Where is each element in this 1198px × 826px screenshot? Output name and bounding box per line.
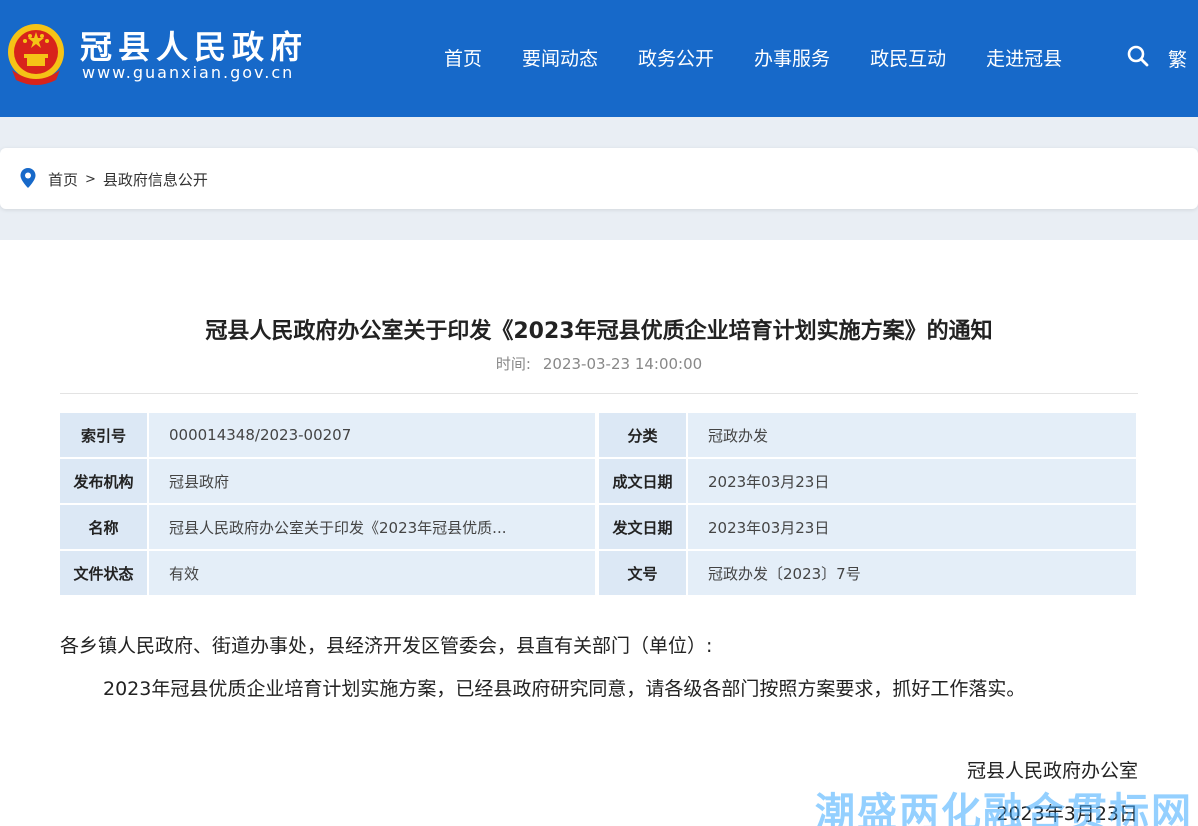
meta-value: 冠县政府	[149, 459, 599, 505]
time-label: 时间:	[495, 355, 531, 373]
nav-home[interactable]: 首页	[444, 44, 482, 71]
meta-value: 冠县人民政府办公室关于印发《2023年冠县优质...	[149, 505, 599, 551]
table-row: 名称 冠县人民政府办公室关于印发《2023年冠县优质... 发文日期 2023年…	[60, 505, 1138, 551]
nav-about[interactable]: 走进冠县	[986, 44, 1062, 71]
breadcrumb-separator: >	[85, 172, 96, 187]
meta-label: 发文日期	[599, 505, 688, 551]
table-row: 发布机构 冠县政府 成文日期 2023年03月23日	[60, 459, 1138, 505]
meta-value: 2023年03月23日	[688, 505, 1136, 551]
table-row: 文件状态 有效 文号 冠政办发〔2023〕7号	[60, 551, 1138, 597]
title-divider	[60, 393, 1138, 394]
article-salutation: 各乡镇人民政府、街道办事处，县经济开发区管委会，县直有关部门（单位）:	[60, 635, 713, 657]
meta-label: 文号	[599, 551, 688, 597]
table-row: 索引号 000014348/2023-00207 分类 冠政办发	[60, 413, 1138, 459]
search-icon[interactable]	[1126, 44, 1150, 68]
site-url[interactable]: www.guanxian.gov.cn	[82, 63, 294, 82]
article-title: 冠县人民政府办公室关于印发《2023年冠县优质企业培育计划实施方案》的通知	[205, 319, 993, 344]
meta-value: 000014348/2023-00207	[149, 413, 599, 459]
meta-label: 成文日期	[599, 459, 688, 505]
meta-label: 名称	[60, 505, 149, 551]
meta-label: 文件状态	[60, 551, 149, 597]
article-time: 时间: 2023-03-23 14:00:00	[0, 353, 1198, 374]
location-pin-icon	[20, 168, 36, 188]
breadcrumb-home[interactable]: 首页	[48, 169, 78, 190]
meta-value: 冠政办发	[688, 413, 1136, 459]
main-nav: 首页 要闻动态 政务公开 办事服务 政民互动 走进冠县	[424, 44, 1082, 71]
meta-value: 冠政办发〔2023〕7号	[688, 551, 1136, 597]
meta-value: 有效	[149, 551, 599, 597]
article-body: 各乡镇人民政府、街道办事处，县经济开发区管委会，县直有关部门（单位）: 2023…	[60, 625, 1138, 711]
breadcrumb: 首页 > 县政府信息公开	[48, 169, 208, 190]
watermark: 潮盛两化融合贯标网	[815, 790, 1193, 826]
nav-interaction[interactable]: 政民互动	[870, 44, 946, 71]
meta-label: 索引号	[60, 413, 149, 459]
breadcrumb-current[interactable]: 县政府信息公开	[103, 169, 208, 190]
article-paragraph: 2023年冠县优质企业培育计划实施方案，已经县政府研究同意，请各级各部门按照方案…	[103, 678, 1026, 700]
meta-value: 2023年03月23日	[688, 459, 1136, 505]
meta-label: 分类	[599, 413, 688, 459]
traditional-chinese-toggle[interactable]: 繁	[1168, 45, 1187, 72]
site-title[interactable]: 冠县人民政府	[80, 22, 308, 68]
site-header: 冠县人民政府 www.guanxian.gov.cn 首页 要闻动态 政务公开 …	[0, 0, 1198, 117]
nav-gov-affairs[interactable]: 政务公开	[638, 44, 714, 71]
metadata-table: 索引号 000014348/2023-00207 分类 冠政办发 发布机构 冠县…	[60, 413, 1138, 597]
breadcrumb-bar: 首页 > 县政府信息公开	[0, 148, 1198, 209]
meta-label: 发布机构	[60, 459, 149, 505]
national-emblem-icon[interactable]	[6, 22, 66, 86]
time-value: 2023-03-23 14:00:00	[542, 355, 703, 373]
nav-news[interactable]: 要闻动态	[522, 44, 598, 71]
article-container: 冠县人民政府办公室关于印发《2023年冠县优质企业培育计划实施方案》的通知 时间…	[0, 240, 1198, 826]
nav-services[interactable]: 办事服务	[754, 44, 830, 71]
